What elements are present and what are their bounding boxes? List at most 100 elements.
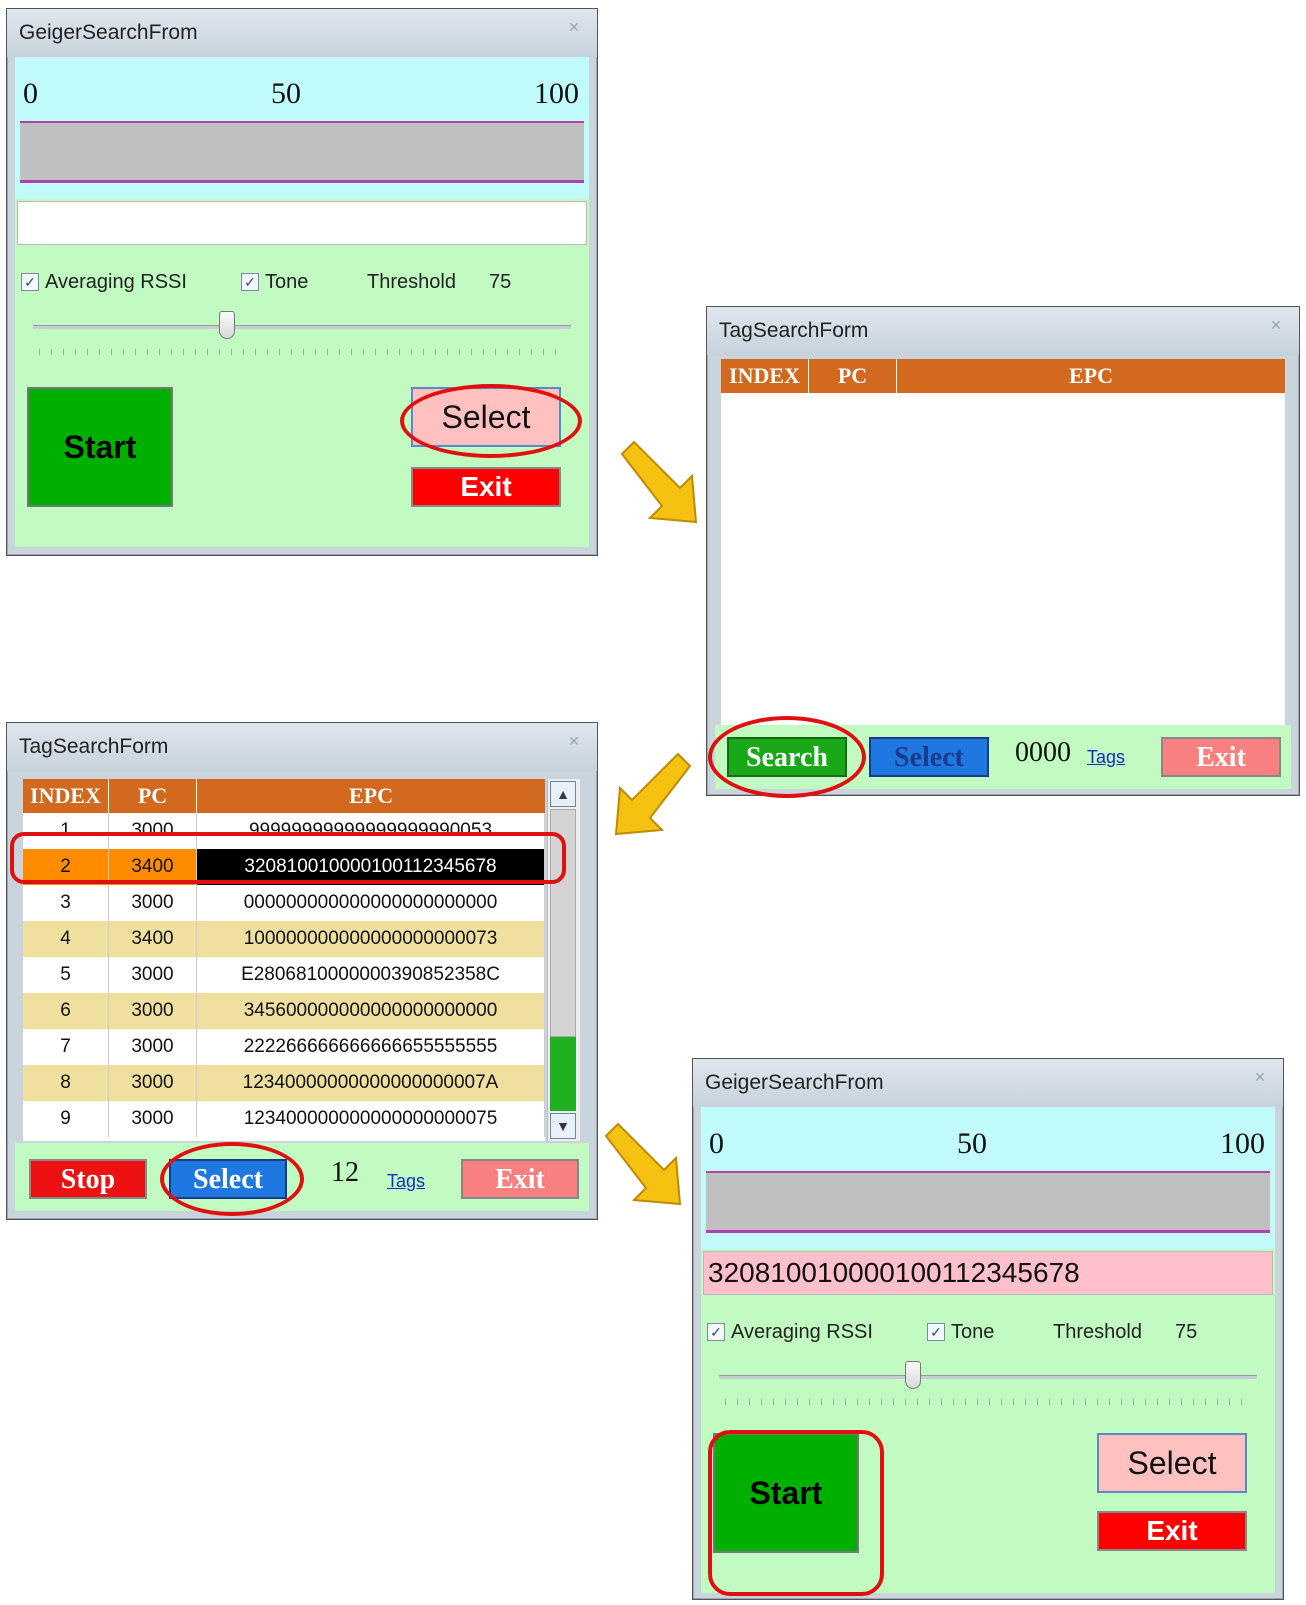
scale-max: 100 bbox=[534, 77, 579, 110]
scale-mid: 50 bbox=[271, 77, 301, 110]
tags-link[interactable]: Tags bbox=[387, 1171, 425, 1192]
cell-epc: 100000000000000000000073 bbox=[197, 921, 545, 957]
scroll-up-icon[interactable]: ▲ bbox=[550, 781, 576, 807]
highlight-select-oval bbox=[160, 1142, 304, 1216]
cell-pc: 3000 bbox=[109, 957, 197, 993]
scale-mid: 50 bbox=[957, 1127, 987, 1160]
averaging-label: Averaging RSSI bbox=[731, 1321, 873, 1343]
col-pc[interactable]: PC bbox=[109, 779, 197, 813]
table-row[interactable]: 6 3000 345600000000000000000000 bbox=[23, 993, 545, 1029]
scale-panel: 0 50 100 bbox=[15, 57, 589, 199]
cell-pc: 3000 bbox=[109, 993, 197, 1029]
arrow-down-left-icon bbox=[614, 752, 692, 836]
scroll-down-icon[interactable]: ▼ bbox=[550, 1113, 576, 1139]
table-row[interactable]: 5 3000 E2806810000000390852358C bbox=[23, 957, 545, 993]
cell-epc: 222266666666666655555555 bbox=[197, 1029, 545, 1065]
col-pc[interactable]: PC bbox=[809, 359, 897, 393]
highlight-select-oval bbox=[400, 384, 582, 458]
tone-checkbox[interactable]: ✓ bbox=[927, 1323, 945, 1341]
highlight-start-rect bbox=[708, 1430, 884, 1596]
cell-epc: 123400000000000000000075 bbox=[197, 1101, 545, 1137]
threshold-label: Threshold bbox=[367, 271, 456, 293]
tone-label: Tone bbox=[951, 1321, 995, 1343]
cell-epc: 345600000000000000000000 bbox=[197, 993, 545, 1029]
cell-pc: 3400 bbox=[109, 921, 197, 957]
averaging-checkbox[interactable]: ✓ bbox=[707, 1323, 725, 1341]
cell-index: 8 bbox=[23, 1065, 109, 1101]
averaging-label: Averaging RSSI bbox=[45, 271, 187, 293]
table-row[interactable]: 8 3000 12340000000000000000007A bbox=[23, 1065, 545, 1101]
title-bar: GeigerSearchFrom ✕ bbox=[693, 1059, 1283, 1107]
cell-epc: 12340000000000000000007A bbox=[197, 1065, 545, 1101]
title-bar: TagSearchForm ✕ bbox=[7, 723, 597, 771]
client-area: 0 50 100 ✓ Averaging RSSI ✓ Tone Thresho… bbox=[15, 57, 589, 547]
window-title: TagSearchForm bbox=[19, 735, 169, 758]
tone-label: Tone bbox=[265, 271, 309, 293]
tags-link[interactable]: Tags bbox=[1087, 747, 1125, 768]
threshold-slider-track[interactable] bbox=[719, 1375, 1257, 1379]
table-row[interactable]: 7 3000 222266666666666655555555 bbox=[23, 1029, 545, 1065]
window-title: GeigerSearchFrom bbox=[19, 21, 198, 44]
table-row[interactable]: 9 3000 123400000000000000000075 bbox=[23, 1101, 545, 1137]
tag-grid[interactable] bbox=[721, 393, 1285, 725]
window-title: GeigerSearchFrom bbox=[705, 1071, 884, 1094]
epc-display[interactable]: 320810010000100112345678 bbox=[703, 1251, 1273, 1295]
col-index[interactable]: INDEX bbox=[23, 779, 109, 813]
cell-pc: 3000 bbox=[109, 1101, 197, 1137]
close-icon[interactable]: ✕ bbox=[563, 19, 585, 35]
slider-ticks bbox=[725, 1399, 1251, 1405]
exit-button[interactable]: Exit bbox=[1097, 1511, 1247, 1551]
cell-epc: E2806810000000390852358C bbox=[197, 957, 545, 993]
cell-epc: 000000000000000000000000 bbox=[197, 885, 545, 921]
threshold-slider-thumb[interactable] bbox=[905, 1361, 921, 1389]
signal-meter bbox=[20, 121, 584, 183]
tag-search-window-results: TagSearchForm ✕ INDEX PC EPC 1 3000 999999… bbox=[6, 722, 598, 1220]
col-epc[interactable]: EPC bbox=[197, 779, 545, 813]
threshold-slider-thumb[interactable] bbox=[219, 311, 235, 339]
options-row: ✓ Averaging RSSI ✓ Tone Threshold 75 bbox=[15, 269, 589, 299]
scale-panel: 0 50 100 bbox=[701, 1107, 1275, 1249]
scale-max: 100 bbox=[1220, 1127, 1265, 1160]
cell-pc: 3000 bbox=[109, 1029, 197, 1065]
title-bar: GeigerSearchFrom ✕ bbox=[7, 9, 597, 57]
title-bar: TagSearchForm ✕ bbox=[707, 307, 1299, 355]
cell-index: 4 bbox=[23, 921, 109, 957]
window-title: TagSearchForm bbox=[719, 319, 869, 342]
exit-button[interactable]: Exit bbox=[411, 467, 561, 507]
close-icon[interactable]: ✕ bbox=[563, 733, 585, 749]
table-row[interactable]: 3 3000 000000000000000000000000 bbox=[23, 885, 545, 921]
cell-pc: 3000 bbox=[109, 885, 197, 921]
close-icon[interactable]: ✕ bbox=[1249, 1069, 1271, 1085]
slider-ticks bbox=[39, 349, 565, 355]
col-epc[interactable]: EPC bbox=[897, 359, 1285, 393]
averaging-checkbox[interactable]: ✓ bbox=[21, 273, 39, 291]
start-button[interactable]: Start bbox=[27, 387, 173, 507]
cell-pc: 3000 bbox=[109, 1065, 197, 1101]
stop-button[interactable]: Stop bbox=[29, 1159, 147, 1199]
scale-min: 0 bbox=[23, 77, 38, 110]
threshold-label: Threshold bbox=[1053, 1321, 1142, 1343]
cell-index: 3 bbox=[23, 885, 109, 921]
threshold-value: 75 bbox=[1175, 1321, 1198, 1343]
highlight-selected-row bbox=[10, 832, 566, 884]
arrow-down-right-icon bbox=[604, 1122, 682, 1206]
threshold-value: 75 bbox=[489, 271, 512, 293]
cell-index: 7 bbox=[23, 1029, 109, 1065]
table-row[interactable]: 4 3400 100000000000000000000073 bbox=[23, 921, 545, 957]
tag-count: 0000 bbox=[1015, 737, 1071, 768]
threshold-slider-track[interactable] bbox=[33, 325, 571, 329]
select-button[interactable]: Select bbox=[869, 737, 989, 777]
epc-display[interactable] bbox=[17, 201, 587, 245]
exit-button[interactable]: Exit bbox=[1161, 737, 1281, 777]
tone-checkbox[interactable]: ✓ bbox=[241, 273, 259, 291]
geiger-window-1: GeigerSearchFrom ✕ 0 50 100 ✓ Averaging … bbox=[6, 8, 598, 556]
col-index[interactable]: INDEX bbox=[721, 359, 809, 393]
tag-count: 12 bbox=[331, 1157, 359, 1188]
grid-header: INDEX PC EPC bbox=[721, 359, 1285, 393]
cell-index: 5 bbox=[23, 957, 109, 993]
exit-button[interactable]: Exit bbox=[461, 1159, 579, 1199]
cell-index: 6 bbox=[23, 993, 109, 1029]
select-button[interactable]: Select bbox=[1097, 1433, 1247, 1493]
close-icon[interactable]: ✕ bbox=[1265, 317, 1287, 333]
signal-meter bbox=[706, 1171, 1270, 1233]
